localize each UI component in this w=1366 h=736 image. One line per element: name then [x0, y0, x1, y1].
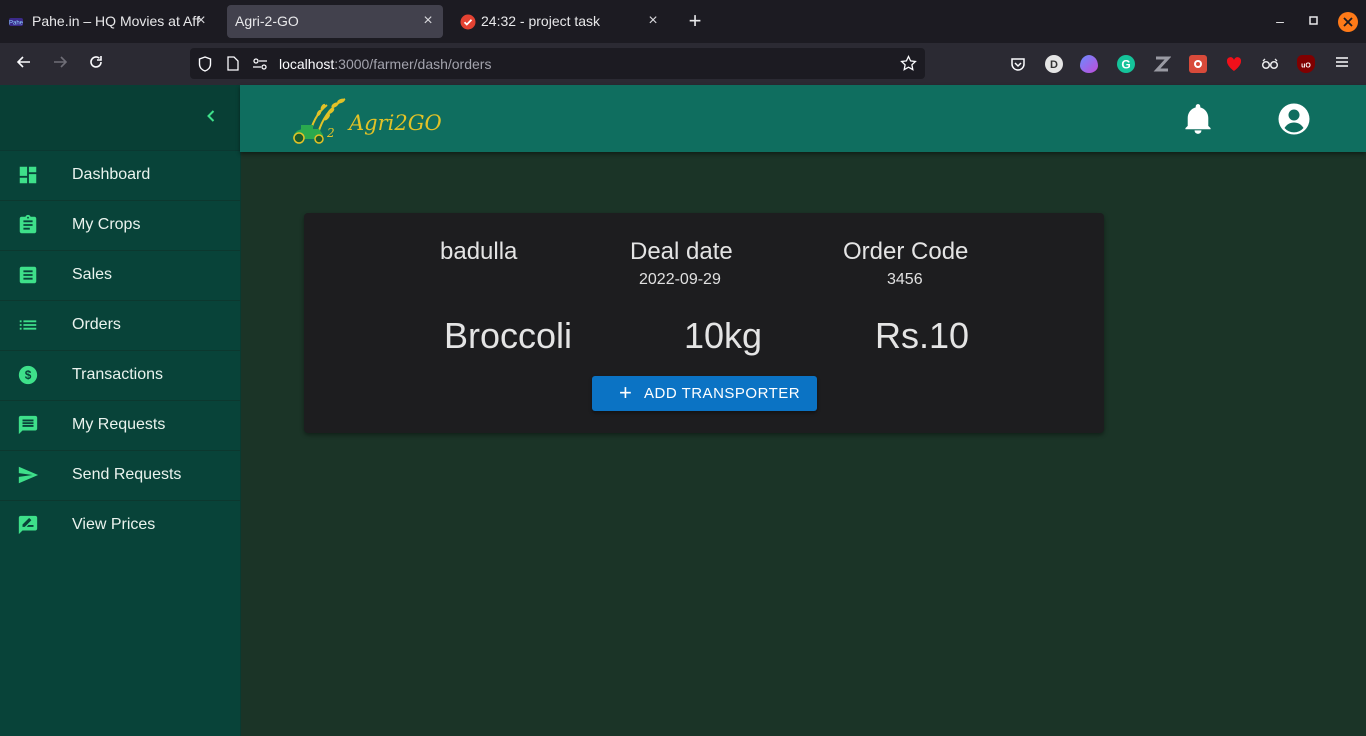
- heart-extension-icon[interactable]: [1225, 55, 1243, 73]
- order-code-label: Order Code: [843, 238, 969, 265]
- browser-tab-strip: Pahe Pahe.in – HQ Movies at Affor × Agri…: [0, 0, 1366, 43]
- dollar-icon: $: [17, 364, 39, 386]
- add-transporter-button[interactable]: + ADD TRANSPORTER: [592, 376, 817, 411]
- chevron-left-icon[interactable]: [203, 108, 219, 124]
- url-host: localhost: [279, 56, 335, 72]
- order-card: badulla Deal date 2022-09-29 Order Code …: [304, 213, 1104, 433]
- svg-text:D: D: [1050, 59, 1058, 71]
- crop-name: Broccoli: [444, 315, 573, 356]
- agri2go-logo[interactable]: 2 Agri2GO: [287, 93, 442, 145]
- shield-icon[interactable]: [198, 56, 212, 77]
- add-transporter-label: ADD TRANSPORTER: [644, 385, 801, 402]
- sidebar-item-orders[interactable]: Orders: [0, 301, 240, 351]
- order-location: badulla: [440, 238, 518, 265]
- tab-title: Pahe.in – HQ Movies at Affor: [32, 13, 200, 29]
- z-extension-icon[interactable]: [1153, 55, 1172, 73]
- sidebar-item-label: Send Requests: [72, 466, 182, 483]
- new-tab-plus-icon[interactable]: +: [684, 10, 706, 33]
- menu-hamburger-icon[interactable]: [1332, 54, 1352, 74]
- todo-check-icon: [460, 14, 476, 30]
- sidebar-item-transactions[interactable]: $ Transactions: [0, 351, 240, 401]
- deal-date-label: Deal date: [630, 238, 733, 265]
- app-bar: 2 Agri2GO: [240, 85, 1366, 152]
- sidebar-item-label: Transactions: [72, 366, 163, 383]
- list-icon: [17, 314, 39, 336]
- back-icon[interactable]: [14, 54, 34, 74]
- add-icon: +: [619, 380, 632, 405]
- purple-extension-icon[interactable]: [1080, 55, 1098, 73]
- order-price: Rs.10: [875, 315, 970, 356]
- message-icon: [17, 414, 39, 436]
- url-text[interactable]: localhost:3000/farmer/dash/orders: [279, 56, 491, 72]
- svg-text:uO: uO: [1301, 63, 1311, 70]
- sidebar-item-label: View Prices: [72, 516, 156, 533]
- order-code-value: 3456: [887, 271, 923, 288]
- sidebar-header: [0, 85, 240, 151]
- tab-title: Agri-2-GO: [235, 13, 299, 29]
- pahe-icon: Pahe: [8, 14, 24, 30]
- sidebar-item-send-requests[interactable]: Send Requests: [0, 451, 240, 501]
- sidebar-item-label: Orders: [72, 316, 121, 333]
- glasses-extension-icon[interactable]: [1261, 55, 1279, 73]
- sidebar-item-view-prices[interactable]: View Prices: [0, 501, 240, 550]
- tab-agri2go[interactable]: Agri-2-GO ×: [227, 0, 447, 43]
- sidebar-item-label: Sales: [72, 266, 113, 283]
- dashboard-icon: [17, 164, 39, 186]
- tab-close-icon[interactable]: ×: [644, 12, 662, 30]
- account-circle-icon[interactable]: [1278, 103, 1310, 135]
- tab-project-task[interactable]: 24:32 - project task ×: [452, 0, 672, 43]
- page-icon: [227, 56, 239, 76]
- forward-icon[interactable]: [50, 54, 70, 74]
- deal-date-value: 2022-09-29: [639, 271, 721, 288]
- logo-text: Agri2GO: [349, 111, 442, 135]
- grammarly-icon[interactable]: G: [1117, 55, 1135, 73]
- red-extension-icon[interactable]: [1189, 55, 1207, 73]
- svg-text:Pahe: Pahe: [9, 21, 24, 27]
- minimize-icon[interactable]: –: [1271, 12, 1289, 30]
- svg-text:G: G: [1121, 58, 1130, 72]
- notification-bell-icon[interactable]: [1184, 103, 1212, 135]
- browser-toolbar: localhost:3000/farmer/dash/orders D G uO: [0, 43, 1366, 85]
- sidebar-item-label: My Requests: [72, 416, 166, 433]
- tab-title: 24:32 - project task: [481, 13, 601, 29]
- url-path: :3000/farmer/dash/orders: [334, 56, 492, 72]
- receipt-icon: [17, 264, 39, 286]
- sidebar-item-dashboard[interactable]: Dashboard: [0, 151, 240, 201]
- svg-text:$: $: [25, 368, 32, 382]
- assignment-icon: [17, 214, 39, 236]
- reload-icon[interactable]: [86, 54, 106, 74]
- rate-review-icon: [17, 514, 39, 536]
- tab-pahe[interactable]: Pahe Pahe.in – HQ Movies at Affor ×: [0, 0, 216, 43]
- maximize-icon[interactable]: [1305, 12, 1323, 30]
- permissions-icon[interactable]: [252, 57, 268, 76]
- send-icon: [17, 464, 39, 486]
- close-window-icon[interactable]: [1338, 12, 1358, 32]
- sidebar-item-label: My Crops: [72, 216, 141, 233]
- order-quantity: 10kg: [684, 315, 763, 356]
- sidebar-item-my-requests[interactable]: My Requests: [0, 401, 240, 451]
- sidebar-item-sales[interactable]: Sales: [0, 251, 240, 301]
- d-extension-icon[interactable]: D: [1045, 55, 1063, 73]
- ublock-icon[interactable]: uO: [1297, 55, 1315, 73]
- url-bar[interactable]: localhost:3000/farmer/dash/orders: [190, 48, 925, 79]
- bookmark-star-icon[interactable]: [900, 54, 917, 77]
- sidebar-item-my-crops[interactable]: My Crops: [0, 201, 240, 251]
- pocket-icon[interactable]: [1009, 55, 1027, 73]
- svg-text:2: 2: [326, 126, 335, 140]
- sidebar: Dashboard My Crops Sales Orders $ Transa…: [0, 85, 240, 736]
- tab-close-icon[interactable]: ×: [192, 12, 210, 30]
- sidebar-item-label: Dashboard: [72, 166, 151, 183]
- tab-close-icon[interactable]: ×: [419, 12, 437, 30]
